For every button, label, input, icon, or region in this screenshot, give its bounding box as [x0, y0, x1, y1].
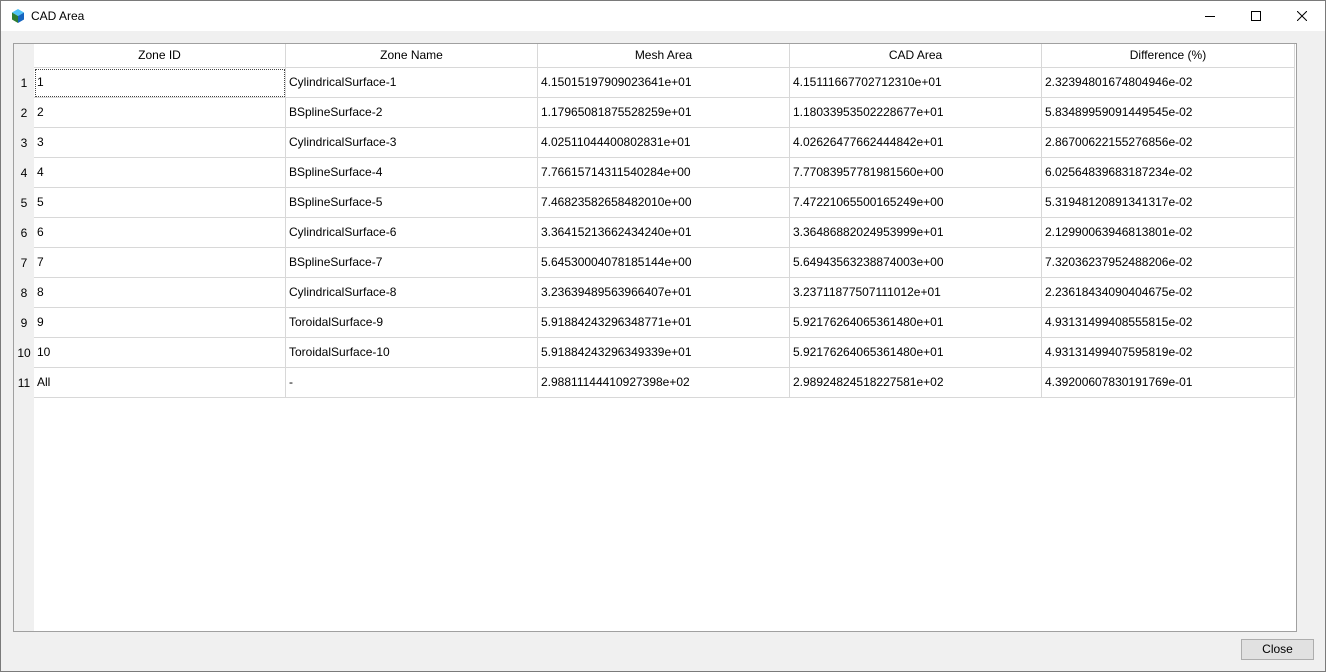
table-cell[interactable]: 2.98811144410927398e+02 [538, 368, 790, 398]
table-cell[interactable]: 1 [34, 68, 286, 98]
column-header-0[interactable]: Zone ID [34, 44, 286, 68]
minimize-icon [1205, 16, 1215, 17]
table-cell[interactable]: 3.23711877507111012e+01 [790, 278, 1042, 308]
table-cell[interactable]: 6 [34, 218, 286, 248]
table-row[interactable]: 2 2 BSplineSurface-2 1.17965081875528259e+0… [14, 98, 1295, 128]
close-button[interactable]: Close [1241, 639, 1314, 660]
table-cell[interactable]: 6.02564839683187234e-02 [1042, 158, 1295, 188]
table-cell[interactable]: 7.76615714311540284e+00 [538, 158, 790, 188]
column-header-4[interactable]: Difference (%) [1042, 44, 1295, 68]
table-cell[interactable]: 2.98924824518227581e+02 [790, 368, 1042, 398]
table-cell[interactable]: 7.77083957781981560e+00 [790, 158, 1042, 188]
row-header[interactable]: 10 [14, 338, 34, 368]
table-cell[interactable]: 7 [34, 248, 286, 278]
table-cell[interactable]: - [286, 368, 538, 398]
close-icon [1297, 11, 1307, 21]
row-header[interactable]: 8 [14, 278, 34, 308]
row-header[interactable]: 6 [14, 218, 34, 248]
row-header[interactable]: 9 [14, 308, 34, 338]
table-cell[interactable]: 4.15015197909023641e+01 [538, 68, 790, 98]
table-cell[interactable]: 7.47221065500165249e+00 [790, 188, 1042, 218]
table-cell[interactable]: 3.36486882024953999e+01 [790, 218, 1042, 248]
table-cell[interactable]: 5.92176264065361480e+01 [790, 308, 1042, 338]
table-cell[interactable]: 7.32036237952488206e-02 [1042, 248, 1295, 278]
table-cell[interactable]: 4.02511044400802831e+01 [538, 128, 790, 158]
title-bar[interactable]: CAD Area [1, 1, 1325, 31]
table-cell[interactable]: 4.93131499408555815e-02 [1042, 308, 1295, 338]
table-cell[interactable]: 2.12990063946813801e-02 [1042, 218, 1295, 248]
table-cell[interactable]: 2.86700622155276856e-02 [1042, 128, 1295, 158]
table-cell[interactable]: All [34, 368, 286, 398]
table-cell[interactable]: 5.83489959091449545e-02 [1042, 98, 1295, 128]
column-header-row: Zone ID Zone Name Mesh Area CAD Area Differe… [34, 44, 1295, 68]
table-row[interactable]: 11 All -2.98811144410927398e+02 2.989248245… [14, 368, 1295, 398]
window-close-button[interactable] [1279, 1, 1325, 31]
table-cell[interactable]: 2 [34, 98, 286, 128]
table-cell[interactable]: CylindricalSurface-8 [286, 278, 538, 308]
table-cell[interactable]: BSplineSurface-4 [286, 158, 538, 188]
table-cell[interactable]: 10 [34, 338, 286, 368]
table-cell[interactable]: 5.31948120891341317e-02 [1042, 188, 1295, 218]
table-row[interactable]: 7 7 BSplineSurface-7 5.64530004078185144e+0… [14, 248, 1295, 278]
table-cell[interactable]: 2.23618434090404675e-02 [1042, 278, 1295, 308]
table-cell[interactable]: 5 [34, 188, 286, 218]
table-cell[interactable]: BSplineSurface-5 [286, 188, 538, 218]
table-row[interactable]: 8 8 CylindricalSurface-8 3.2363948956396640… [14, 278, 1295, 308]
table-cell[interactable]: 4 [34, 158, 286, 188]
table-cell[interactable]: 4.15111667702712310e+01 [790, 68, 1042, 98]
column-header-2[interactable]: Mesh Area [538, 44, 790, 68]
table-cell[interactable]: CylindricalSurface-3 [286, 128, 538, 158]
table-row[interactable]: 10 10 ToroidalSurface-10 5.9188424329634933… [14, 338, 1295, 368]
area-table[interactable]: Zone ID Zone Name Mesh Area CAD Area Differe… [13, 43, 1297, 632]
table-row[interactable]: 5 5 BSplineSurface-5 7.46823582658482010e+0… [14, 188, 1295, 218]
row-header[interactable]: 5 [14, 188, 34, 218]
row-header[interactable]: 7 [14, 248, 34, 278]
table-cell[interactable]: CylindricalSurface-6 [286, 218, 538, 248]
table-corner[interactable] [14, 44, 34, 68]
table-cell[interactable]: 5.64943563238874003e+00 [790, 248, 1042, 278]
table-body: 1 1 CylindricalSurface-1 4.1501519790902364… [14, 68, 1295, 398]
table-cell[interactable]: 1.18033953502228677e+01 [790, 98, 1042, 128]
row-header[interactable]: 3 [14, 128, 34, 158]
maximize-icon [1251, 11, 1261, 21]
table-cell[interactable]: 4.02626477662444842e+01 [790, 128, 1042, 158]
row-header[interactable]: 4 [14, 158, 34, 188]
table-row[interactable]: 3 3 CylindricalSurface-3 4.0251104440080283… [14, 128, 1295, 158]
table-row[interactable]: 1 1 CylindricalSurface-1 4.1501519790902364… [14, 68, 1295, 98]
row-header[interactable]: 11 [14, 368, 34, 398]
table-cell[interactable]: 4.93131499407595819e-02 [1042, 338, 1295, 368]
table-row[interactable]: 6 6 CylindricalSurface-6 3.3641521366243424… [14, 218, 1295, 248]
table-cell[interactable]: 5.91884243296349339e+01 [538, 338, 790, 368]
column-header-1[interactable]: Zone Name [286, 44, 538, 68]
table-cell[interactable]: 5.64530004078185144e+00 [538, 248, 790, 278]
table-cell[interactable]: 3 [34, 128, 286, 158]
table-cell[interactable]: 7.46823582658482010e+00 [538, 188, 790, 218]
window-title: CAD Area [31, 9, 85, 23]
table-cell[interactable]: 5.92176264065361480e+01 [790, 338, 1042, 368]
table-cell[interactable]: BSplineSurface-7 [286, 248, 538, 278]
table-cell[interactable]: 8 [34, 278, 286, 308]
cad-area-window: CAD Area Zone ID Zone Name Mesh Area CAD Ar… [0, 0, 1326, 672]
table-cell[interactable]: 3.23639489563966407e+01 [538, 278, 790, 308]
table-cell[interactable]: 3.36415213662434240e+01 [538, 218, 790, 248]
table-row[interactable]: 9 9 ToroidalSurface-9 5.91884243296348771e+… [14, 308, 1295, 338]
table-cell[interactable]: 5.91884243296348771e+01 [538, 308, 790, 338]
table-cell[interactable]: 1.17965081875528259e+01 [538, 98, 790, 128]
maximize-button[interactable] [1233, 1, 1279, 31]
minimize-button[interactable] [1187, 1, 1233, 31]
table-cell[interactable]: BSplineSurface-2 [286, 98, 538, 128]
row-header[interactable]: 2 [14, 98, 34, 128]
row-header[interactable]: 1 [14, 68, 34, 98]
table-cell[interactable]: 4.39200607830191769e-01 [1042, 368, 1295, 398]
column-header-3[interactable]: CAD Area [790, 44, 1042, 68]
table-cell[interactable]: 2.32394801674804946e-02 [1042, 68, 1295, 98]
table-cell[interactable]: CylindricalSurface-1 [286, 68, 538, 98]
cube-logo-icon [11, 9, 25, 23]
table-cell[interactable]: ToroidalSurface-9 [286, 308, 538, 338]
table-cell[interactable]: ToroidalSurface-10 [286, 338, 538, 368]
table-cell[interactable]: 9 [34, 308, 286, 338]
table-row[interactable]: 4 4 BSplineSurface-4 7.76615714311540284e+0… [14, 158, 1295, 188]
